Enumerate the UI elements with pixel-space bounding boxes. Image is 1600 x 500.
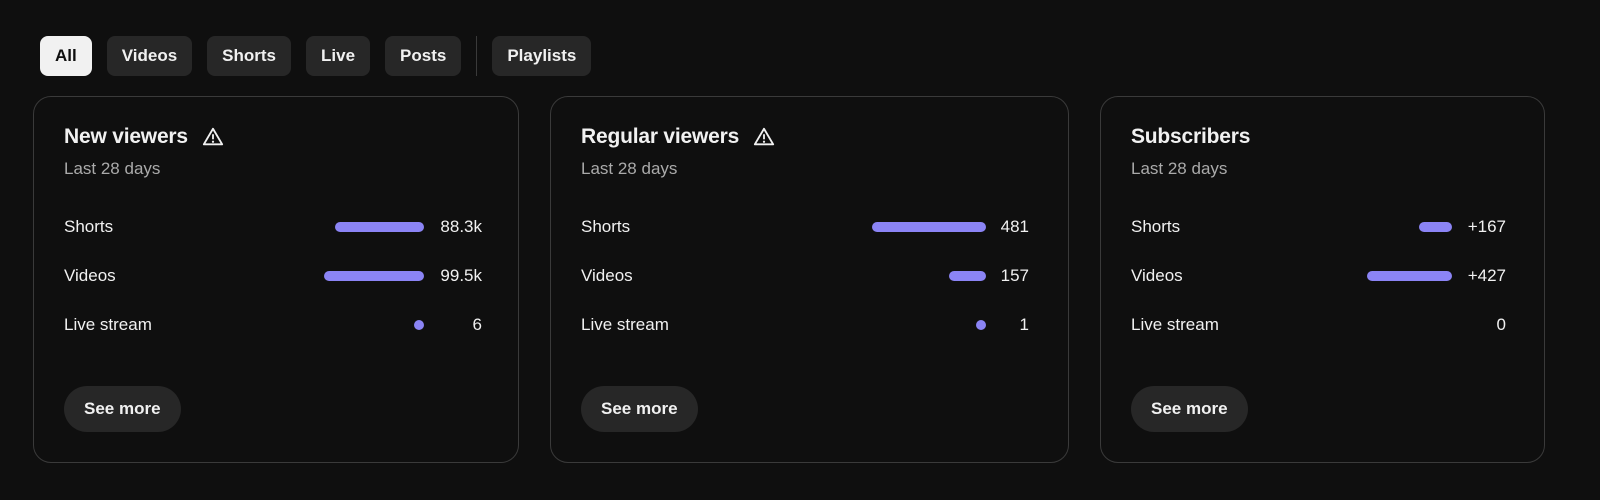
metric-row-videos: Videos 99.5k [64, 264, 482, 288]
metric-label: Videos [1131, 266, 1183, 285]
chip-divider [476, 36, 478, 76]
metric-value: +427 [1467, 266, 1506, 285]
metric-label: Live stream [1131, 315, 1219, 334]
metric-row-live-stream: Live stream 6 [64, 313, 482, 337]
content-filter-chips: All Videos Shorts Live Posts Playlists [40, 36, 606, 76]
card-subtitle: Last 28 days [1131, 159, 1228, 178]
metric-label: Live stream [581, 315, 669, 334]
card-title: Regular viewers [581, 125, 740, 148]
card-regular-viewers: Regular viewers Last 28 days Shorts 481 … [550, 96, 1069, 463]
chip-playlists[interactable]: Playlists [492, 36, 592, 76]
metric-value: 99.5k [440, 266, 482, 285]
metric-bar [335, 222, 424, 232]
card-subtitle: Last 28 days [581, 159, 678, 178]
metric-row-videos: Videos 157 [581, 264, 1029, 288]
metric-row-shorts: Shorts 481 [581, 215, 1029, 239]
metric-label: Videos [581, 266, 633, 285]
card-header: Subscribers [1131, 125, 1250, 149]
metric-bar [949, 271, 986, 281]
metric-value: 0 [1496, 315, 1506, 334]
chip-all[interactable]: All [40, 36, 92, 76]
card-new-viewers: New viewers Last 28 days Shorts 88.3k Vi… [33, 96, 519, 463]
metric-value: 157 [1000, 266, 1029, 285]
metric-row-live-stream: Live stream 0 [1131, 313, 1506, 337]
metric-value: 6 [472, 315, 482, 334]
card-header: New viewers [64, 125, 224, 149]
see-more-button[interactable]: See more [1131, 386, 1248, 432]
card-title: New viewers [64, 125, 188, 148]
see-more-button[interactable]: See more [64, 386, 181, 432]
metric-bar [872, 222, 986, 232]
see-more-button[interactable]: See more [581, 386, 698, 432]
metric-bar [976, 320, 986, 330]
card-subtitle: Last 28 days [64, 159, 161, 178]
metric-label: Shorts [581, 217, 631, 236]
metric-bar [414, 320, 424, 330]
audience-panel: All Videos Shorts Live Posts Playlists N… [0, 0, 1600, 500]
metric-label: Shorts [64, 217, 114, 236]
metric-row-shorts: Shorts 88.3k [64, 215, 482, 239]
metric-bar [324, 271, 424, 281]
metric-row-videos: Videos +427 [1131, 264, 1506, 288]
chip-posts[interactable]: Posts [385, 36, 462, 76]
metric-value: 1 [1019, 315, 1029, 334]
metric-value: 481 [1000, 217, 1029, 236]
metric-bar [1419, 222, 1452, 232]
chip-videos[interactable]: Videos [106, 36, 193, 76]
metric-value: +167 [1467, 217, 1506, 236]
card-subscribers: Subscribers Last 28 days Shorts +167 Vid… [1100, 96, 1545, 463]
metric-row-live-stream: Live stream 1 [581, 313, 1029, 337]
chip-live[interactable]: Live [306, 36, 371, 76]
metric-bar [1367, 271, 1452, 281]
metric-label: Videos [64, 266, 116, 285]
card-title: Subscribers [1131, 125, 1251, 148]
card-header: Regular viewers [581, 125, 775, 149]
metric-value: 88.3k [440, 217, 482, 236]
warning-icon[interactable] [753, 126, 775, 148]
warning-icon[interactable] [202, 126, 224, 148]
metric-label: Live stream [64, 315, 152, 334]
metric-row-shorts: Shorts +167 [1131, 215, 1506, 239]
metric-label: Shorts [1131, 217, 1181, 236]
chip-shorts[interactable]: Shorts [207, 36, 292, 76]
